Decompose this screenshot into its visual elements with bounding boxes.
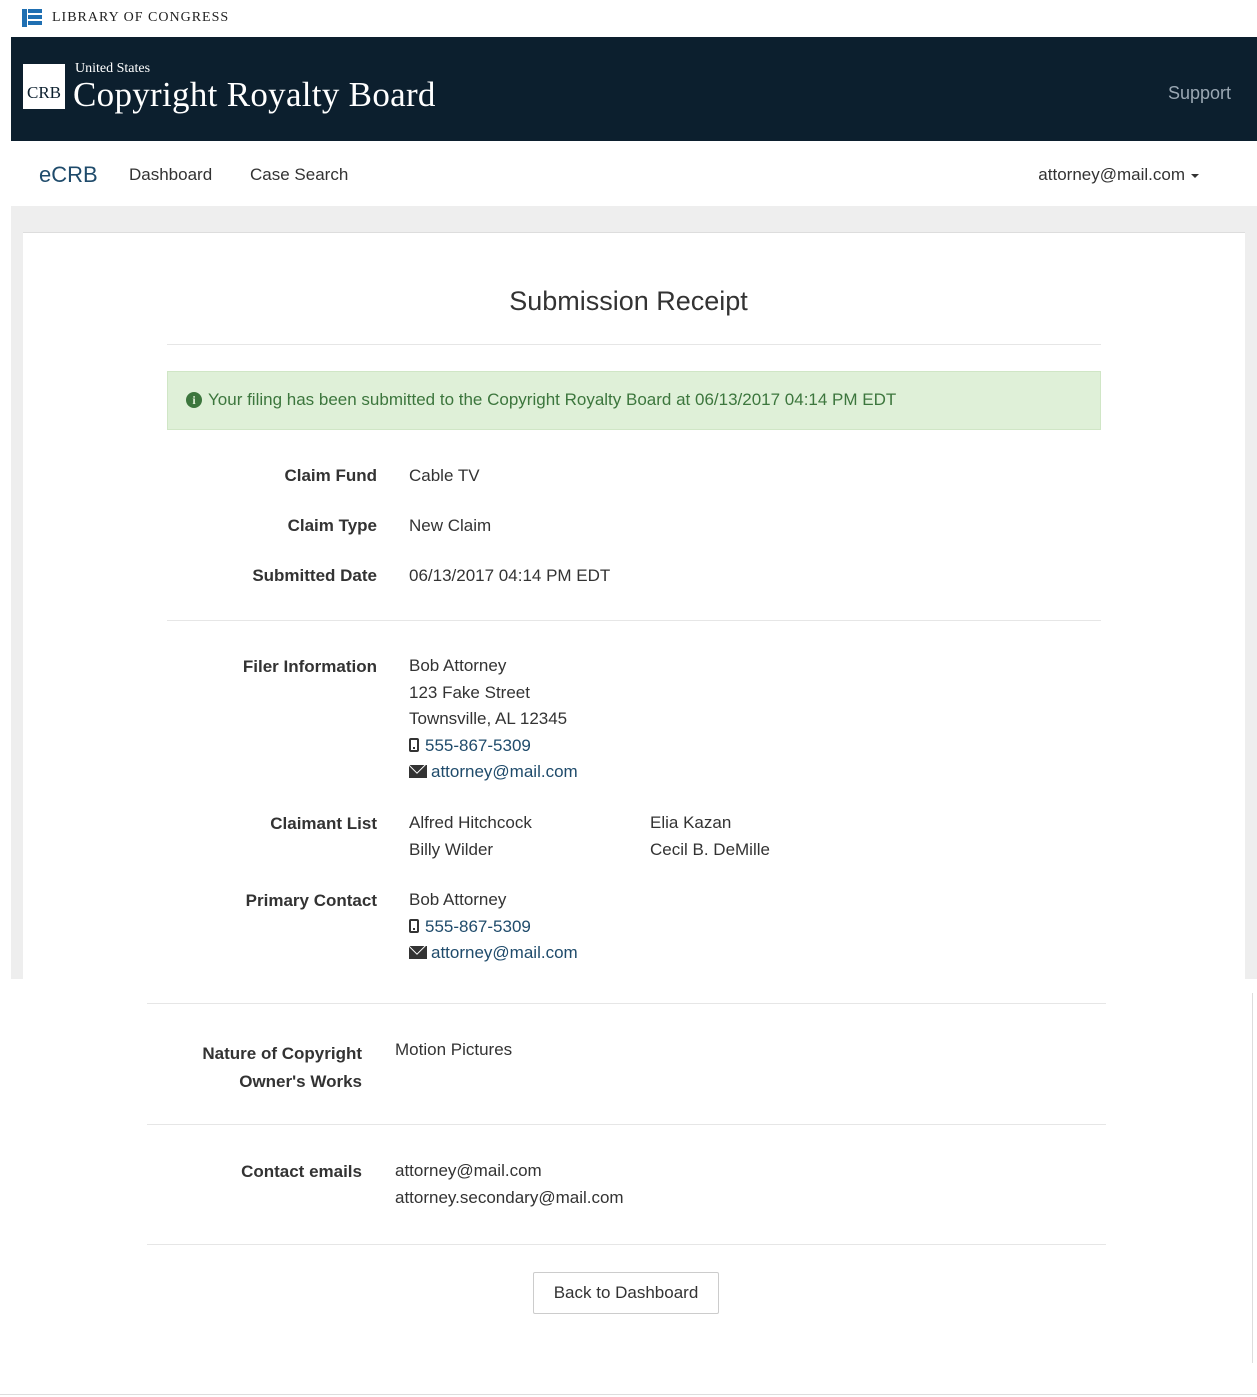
navbar: eCRB Dashboard Case Search attorney@mail… [23, 141, 1245, 207]
success-alert: i Your filing has been submitted to the … [167, 371, 1101, 430]
claimant-item: Billy Wilder [409, 839, 494, 859]
loc-title[interactable]: LIBRARY OF CONGRESS [52, 10, 229, 26]
contact-email-item: attorney@mail.com [395, 1161, 542, 1180]
divider [147, 1244, 1106, 1245]
submitted-date-value: 06/13/2017 04:14 PM EDT [409, 566, 611, 585]
claimant-list-label: Claimant List [270, 814, 377, 833]
library-book-icon [22, 9, 42, 27]
nature-value: Motion Pictures [395, 1040, 513, 1059]
back-to-dashboard-button[interactable]: Back to Dashboard [533, 1272, 719, 1314]
page-background [11, 206, 1257, 232]
divider [147, 1003, 1106, 1004]
nav-case-search[interactable]: Case Search [250, 165, 348, 185]
envelope-icon [409, 765, 427, 779]
nature-label-line1: Nature of Copyright [202, 1044, 362, 1063]
user-menu[interactable]: attorney@mail.com [1038, 165, 1199, 185]
caret-down-icon [1191, 173, 1199, 178]
loc-bar: LIBRARY OF CONGRESS [0, 0, 1257, 37]
claimant-item: Elia Kazan [650, 813, 732, 832]
filer-email-link[interactable]: attorney@mail.com [431, 762, 578, 781]
site-header: CRB United States Copyright Royalty Boar… [11, 37, 1257, 141]
primary-contact-label: Primary Contact [245, 891, 377, 910]
nav-brand[interactable]: eCRB [39, 162, 98, 188]
nav-dashboard[interactable]: Dashboard [129, 165, 212, 185]
contact-phone-link[interactable]: 555-867-5309 [425, 917, 531, 936]
page-edge [1252, 993, 1253, 1363]
phone-icon [409, 737, 419, 752]
header-title[interactable]: Copyright Royalty Board [73, 75, 436, 115]
support-link[interactable]: Support [1168, 83, 1231, 104]
alert-text: Your filing has been submitted to the Co… [208, 390, 897, 409]
claimant-item: Cecil B. DeMille [650, 839, 770, 859]
claimant-item: Alfred Hitchcock [409, 813, 532, 832]
info-circle-icon: i [186, 392, 202, 408]
panel-top-border [23, 232, 1245, 233]
screenshot-seam [0, 979, 1257, 999]
page-title: Submission Receipt [509, 286, 748, 316]
panel-gutter-right [1245, 206, 1257, 979]
contact-email-item: attorney.secondary@mail.com [395, 1187, 624, 1207]
claim-type-label: Claim Type [287, 516, 377, 535]
filer-info-block: Bob Attorney 123 Fake Street Townsville,… [409, 653, 578, 786]
filer-city: Townsville, AL 12345 [409, 709, 568, 729]
user-email: attorney@mail.com [1038, 165, 1185, 184]
divider [167, 620, 1101, 621]
panel-gutter-left [11, 206, 23, 979]
envelope-icon [409, 946, 427, 960]
filer-phone-link[interactable]: 555-867-5309 [425, 736, 531, 755]
contact-name: Bob Attorney [409, 890, 507, 909]
filer-info-label: Filer Information [242, 657, 377, 676]
filer-name: Bob Attorney [409, 656, 507, 675]
claim-fund-label: Claim Fund [284, 466, 377, 485]
primary-contact-block: Bob Attorney 555-867-5309 attorney@mail.… [409, 887, 578, 967]
nature-label: Nature of Copyright Owner's Works [202, 1040, 362, 1096]
divider [167, 344, 1101, 345]
nature-label-line2: Owner's Works [239, 1072, 362, 1091]
crb-logo[interactable]: CRB [23, 64, 65, 109]
claim-type-value: New Claim [409, 516, 492, 535]
filer-street: 123 Fake Street [409, 682, 530, 702]
phone-icon [409, 918, 419, 933]
page-bottom-border [0, 1394, 1257, 1395]
contact-emails-label: Contact emails [241, 1162, 362, 1181]
divider [147, 1124, 1106, 1125]
claim-fund-value: Cable TV [409, 466, 480, 485]
contact-emails-block: attorney@mail.com attorney.secondary@mai… [395, 1158, 624, 1211]
contact-email-link[interactable]: attorney@mail.com [431, 943, 578, 962]
claimant-col-1: Alfred Hitchcock Billy Wilder [409, 810, 532, 863]
submitted-date-label: Submitted Date [252, 566, 377, 585]
claimant-col-2: Elia Kazan Cecil B. DeMille [650, 810, 770, 863]
